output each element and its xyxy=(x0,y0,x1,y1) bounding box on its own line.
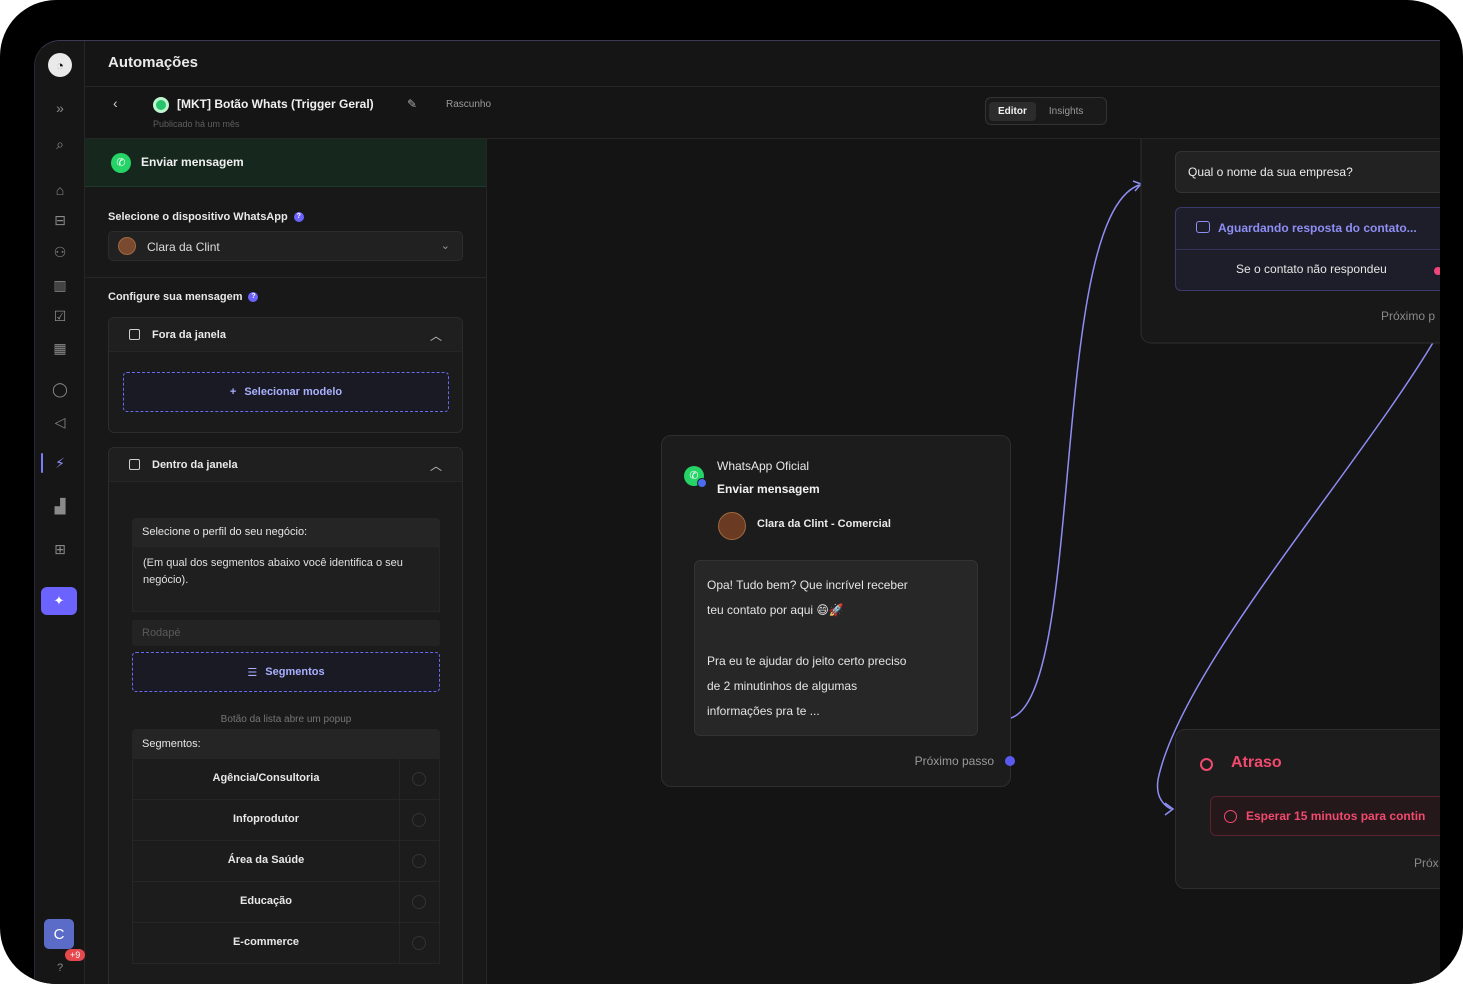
icon-rail: ◔ » ⌕ ⌂ ⊟ ⚇ ▥ ☑ ▦ ◯ ◁ ⚡ ▟ ⊞ ✦ C +9 ? xyxy=(35,41,86,984)
segments-button[interactable]: ☰ Segmentos xyxy=(132,652,440,692)
select-template-button[interactable]: + Selecionar modelo xyxy=(123,372,449,412)
template-icon xyxy=(129,329,140,340)
flow-name: [MKT] Botão Whats (Trigger Geral) xyxy=(177,97,374,111)
question-field[interactable]: Qual o nome da sua empresa? xyxy=(1175,151,1440,193)
chevron-up-icon[interactable]: ︿ xyxy=(430,327,442,344)
inside-window-section: Dentro da janela ︿ Selecione o perfil do… xyxy=(108,447,463,984)
help-icon: ? xyxy=(293,212,304,223)
message-header-field[interactable]: Selecione o perfil do seu negócio: xyxy=(132,518,440,546)
panel-header: ✆ Enviar mensagem xyxy=(85,139,486,187)
whatsapp-icon: ✆ xyxy=(111,153,131,173)
hint-text: Botão da lista abre um popup xyxy=(220,714,352,725)
published-time: Publicado há um mês xyxy=(153,119,240,129)
panel-title: Enviar mensagem xyxy=(141,155,244,169)
expand-icon[interactable]: » xyxy=(49,97,71,119)
message-body-field[interactable]: (Em qual dos segmentos abaixo você ident… xyxy=(132,546,440,612)
node-action: Enviar mensagem xyxy=(717,482,820,496)
list-item[interactable]: Educação xyxy=(132,882,440,923)
clock-icon xyxy=(1224,810,1237,823)
send-message-node[interactable]: ✆ WhatsApp Oficial Enviar mensagem Clara… xyxy=(661,435,1015,787)
active-indicator xyxy=(41,453,43,473)
help-icon: ? xyxy=(248,292,259,303)
tab-editor[interactable]: Editor xyxy=(989,101,1036,121)
delay-node[interactable]: Atraso Esperar 15 minutos para contin Pr… xyxy=(1175,729,1440,889)
apps-icon[interactable]: ⊞ xyxy=(49,538,71,560)
top-bar: Automações xyxy=(85,41,1440,87)
next-step-label: Próximo passo xyxy=(914,754,994,768)
plus-icon: + xyxy=(229,386,237,398)
window-icon xyxy=(129,459,140,470)
reports-icon[interactable]: ▟ xyxy=(49,495,71,517)
flow-canvas[interactable]: Qual o nome da sua empresa? Aguardando r… xyxy=(487,139,1440,984)
radio-icon xyxy=(412,772,426,786)
flow-status-icon xyxy=(153,97,169,113)
device-avatar xyxy=(118,237,136,255)
message-label: Configure sua mensagem? xyxy=(108,291,259,303)
back-icon[interactable]: ‹ xyxy=(113,95,118,111)
flow-status-label: Rascunho xyxy=(446,99,492,110)
companies-icon[interactable]: ▥ xyxy=(49,274,71,296)
timer-icon xyxy=(1200,758,1213,771)
edit-name-icon[interactable]: ✎ xyxy=(407,97,417,111)
next-step-label: Próximo p xyxy=(1381,309,1436,323)
user-avatar[interactable]: C xyxy=(44,919,74,949)
message-preview: Opa! Tudo bem? Que incrível receber teu … xyxy=(694,560,978,736)
segments-list: Segmentos: Agência/Consultoria Infoprodu… xyxy=(132,729,440,964)
divider xyxy=(85,277,486,278)
pipeline-icon[interactable]: ⊟ xyxy=(49,209,71,231)
campaign-icon[interactable]: ◁ xyxy=(49,411,71,433)
list-icon: ☰ xyxy=(247,666,258,679)
device-select[interactable]: Clara da Clint ⌄ xyxy=(108,231,463,261)
next-step-label: Próx xyxy=(1414,856,1439,870)
chevron-up-icon[interactable]: ︿ xyxy=(430,457,442,474)
section-title: Fora da janela xyxy=(152,329,226,341)
list-item[interactable]: Área da Saúde xyxy=(132,841,440,882)
tab-insights[interactable]: Insights xyxy=(1040,102,1092,121)
radio-icon xyxy=(412,813,426,827)
help-icon[interactable]: ? xyxy=(49,957,71,979)
section-header[interactable]: Fora da janela ︿ xyxy=(109,318,462,352)
section-header[interactable]: Dentro da janela ︿ xyxy=(109,448,462,482)
step-config-panel: ✆ Enviar mensagem Selecione o dispositiv… xyxy=(85,139,487,984)
message-icon xyxy=(1196,221,1210,233)
list-item[interactable]: Agência/Consultoria xyxy=(132,759,440,800)
whatsapp-official-icon: ✆ xyxy=(684,466,707,488)
list-item[interactable]: Infoprodutor xyxy=(132,800,440,841)
calendar-icon[interactable]: ▦ xyxy=(49,337,71,359)
chat-icon[interactable]: ◯ xyxy=(49,378,71,400)
node-device: Clara da Clint - Comercial xyxy=(757,518,891,530)
device-frame: ◔ » ⌕ ⌂ ⊟ ⚇ ▥ ☑ ▦ ◯ ◁ ⚡ ▟ ⊞ ✦ C +9 ? Aut… xyxy=(0,0,1463,984)
next-step-port[interactable] xyxy=(1005,756,1015,766)
contacts-icon[interactable]: ⚇ xyxy=(49,241,71,263)
radio-icon xyxy=(412,895,426,909)
node-channel: WhatsApp Oficial xyxy=(717,459,810,473)
device-avatar xyxy=(718,512,746,540)
segments-header: Segmentos: xyxy=(132,729,440,759)
list-item[interactable]: E-commerce xyxy=(132,923,440,964)
no-reply-port[interactable] xyxy=(1434,267,1440,275)
home-icon[interactable]: ⌂ xyxy=(49,179,71,201)
device-label: Selecione o dispositivo WhatsApp? xyxy=(108,211,304,223)
awaiting-reply-block: Aguardando resposta do contato... Se o c… xyxy=(1175,207,1440,291)
delay-config[interactable]: Esperar 15 minutos para contin xyxy=(1210,796,1440,836)
device-value: Clara da Clint xyxy=(147,240,220,254)
search-icon[interactable]: ⌕ xyxy=(49,133,71,155)
flow-header: ‹ [MKT] Botão Whats (Trigger Geral) ✎ Ra… xyxy=(85,87,1440,139)
app-window: ◔ » ⌕ ⌂ ⊟ ⚇ ▥ ☑ ▦ ◯ ◁ ⚡ ▟ ⊞ ✦ C +9 ? Aut… xyxy=(34,40,1440,984)
footer-field[interactable]: Rodapé xyxy=(132,620,440,646)
delay-title: Atraso xyxy=(1231,754,1282,771)
app-logo-icon[interactable]: ◔ xyxy=(48,53,72,77)
radio-icon xyxy=(412,854,426,868)
section-title: Dentro da janela xyxy=(152,459,238,471)
ai-icon[interactable]: ✦ xyxy=(41,587,77,615)
automations-icon[interactable]: ⚡ xyxy=(49,452,71,474)
page-title: Automações xyxy=(108,54,199,71)
radio-icon xyxy=(412,936,426,950)
chevron-down-icon: ⌄ xyxy=(440,240,450,252)
tasks-icon[interactable]: ☑ xyxy=(49,305,71,327)
view-toggle: Editor Insights xyxy=(985,97,1107,125)
outside-window-section: Fora da janela ︿ + Selecionar modelo xyxy=(108,317,463,433)
